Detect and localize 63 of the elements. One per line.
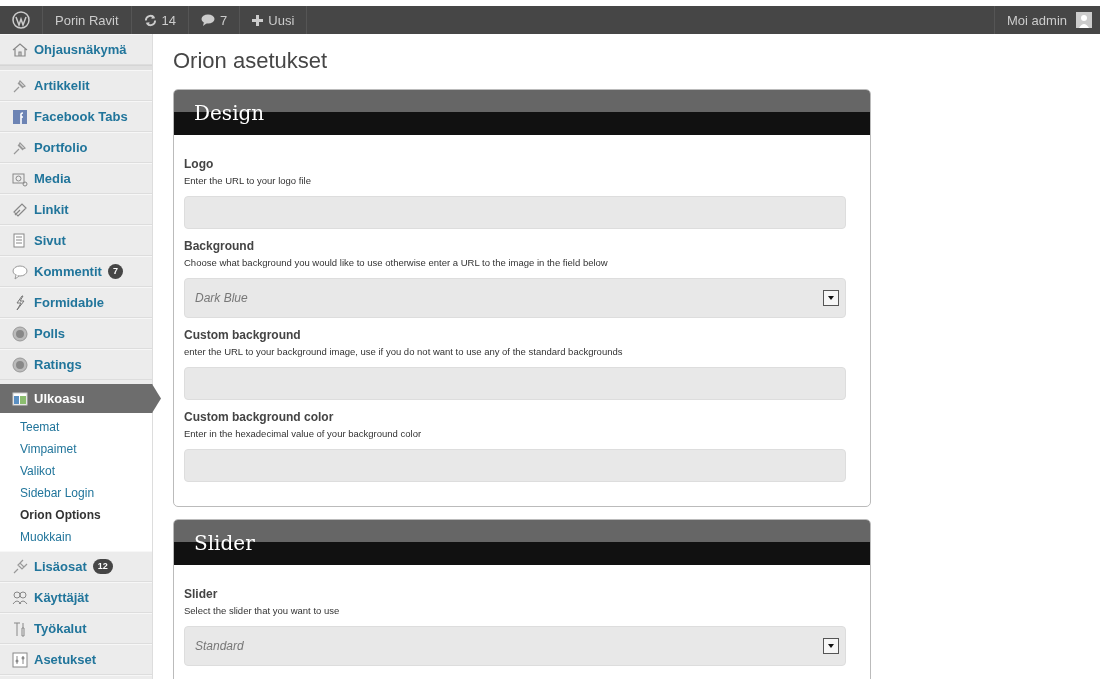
menu-item[interactable]: Facebook Tabs [0,101,152,132]
submenu-item[interactable]: Valikot [0,460,152,482]
field-description: Select the slider that you want to use [184,605,341,616]
circle-icon [12,356,28,373]
plus-icon [252,14,264,26]
count-badge: 12 [92,559,113,574]
panel-title: Design [194,100,265,125]
facebook-icon [12,108,28,125]
comment-icon [12,263,28,280]
panel-title: Slider [194,530,255,555]
text-input[interactable] [184,367,846,400]
field-description: Enter the URL to your logo file [184,175,312,186]
avatar-icon [1076,12,1092,28]
field-label: Slider [184,587,219,601]
settings-icon [12,651,28,668]
pages-icon [12,232,28,249]
menu-item[interactable]: Media [0,163,152,194]
text-input[interactable] [184,196,846,229]
site-name-link[interactable]: Porin Ravit [43,6,132,34]
tools-icon [12,620,28,637]
field-label: Logo [184,157,215,171]
menu-item[interactable]: Polls [0,318,152,349]
field-description: Enter in the hexadecimal value of your background color [184,428,423,439]
media-icon [12,170,28,187]
menu-item[interactable]: Ulkoasu [0,384,161,413]
menu-item[interactable]: Sivut [0,225,152,256]
home-icon [12,41,28,58]
menu-item[interactable]: Lisäosat 12 [0,551,152,582]
submenu-item[interactable]: Sidebar Login [0,482,152,504]
refresh-icon [143,13,157,27]
plugin-icon [12,558,28,575]
field-label: Custom background [184,328,302,342]
appearance-icon [12,390,28,407]
menu-item[interactable]: Linkit [0,194,152,225]
submenu-item[interactable]: Muokkain [0,526,152,548]
menu-item[interactable]: Käyttäjät [0,582,152,613]
count-badge: 7 [107,264,123,279]
text-input[interactable] [184,449,846,482]
field-description: Choose what background you would like to use otherwise enter a URL to the image in the field below [184,257,609,268]
comments-link[interactable]: 7 [189,6,241,34]
menu-item[interactable]: Työkalut [0,613,152,644]
menu-item[interactable]: Portfolio [0,132,152,163]
page-title: Orion asetukset [173,48,329,74]
users-icon [12,589,28,606]
submenu-item[interactable]: Teemat [0,416,152,438]
updates-link[interactable]: 14 [131,6,190,34]
submenu-item[interactable]: Orion Options [0,504,152,526]
menu-item[interactable]: Artikkelit [0,70,152,101]
submenu-item[interactable]: Vimpaimet [0,438,152,460]
field-label: Custom background color [184,410,335,424]
field-label: Background [184,239,255,253]
select-dropdown[interactable]: Standard [184,626,846,666]
select-dropdown[interactable]: Dark Blue [184,278,846,318]
account-link[interactable]: Moi admin [994,6,1100,34]
circle-icon [12,325,28,342]
menu-item[interactable]: Ratings [0,349,152,380]
new-link[interactable]: Uusi [240,6,308,34]
speech-bubble-icon [201,14,216,26]
menu-item[interactable]: Kommentit 7 [0,256,152,287]
menu-item[interactable]: Asetukset [0,644,152,675]
link-icon [12,201,28,218]
menu-item[interactable]: Formidable [0,287,152,318]
field-description: enter the URL to your background image, use if you do not want to use any of the standard backgrounds [184,346,624,357]
